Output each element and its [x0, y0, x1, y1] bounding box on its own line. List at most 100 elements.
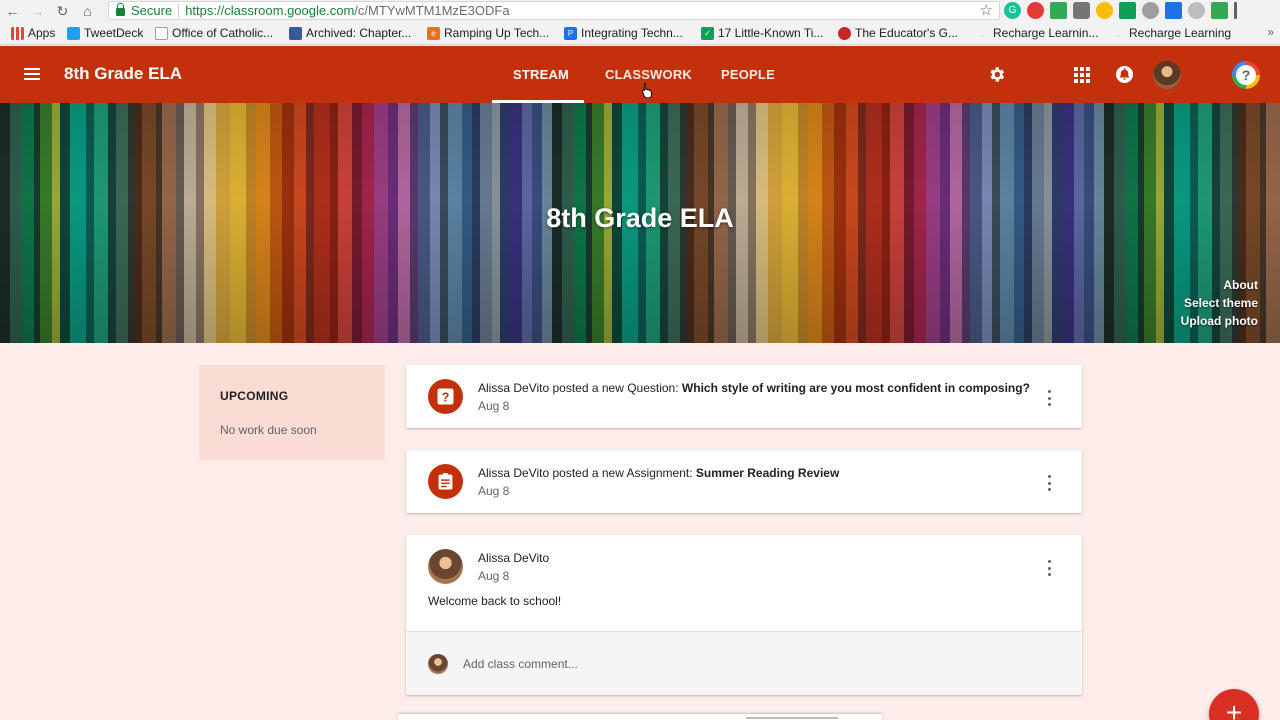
svg-text:?: ?	[442, 389, 450, 404]
bookmark-label: Ramping Up Tech...	[444, 26, 550, 40]
stream-post-assignment[interactable]: Alissa DeVito posted a new Assignment: S…	[406, 450, 1082, 513]
bookmark-little-known[interactable]: ✓ 17 Little-Known Ti...	[701, 26, 823, 40]
p21-icon: P	[564, 26, 577, 40]
stream-post-question[interactable]: ? Alissa DeVito posted a new Question: W…	[406, 365, 1082, 428]
question-icon: ?	[428, 379, 463, 414]
apps-grid-icon[interactable]	[1072, 65, 1091, 84]
page-icon: ‚	[1117, 28, 1120, 38]
bookmark-office-catholic[interactable]: Office of Catholic...	[155, 26, 273, 40]
add-button[interactable]: +	[1209, 689, 1259, 720]
bookmark-label: 17 Little-Known Ti...	[718, 26, 824, 40]
post-summary: Alissa DeVito posted a new Question: Whi…	[478, 381, 1030, 395]
bookmark-ramping-up[interactable]: e Ramping Up Tech...	[427, 26, 549, 40]
notifications-icon[interactable]	[1115, 65, 1134, 84]
back-icon[interactable]: ←	[0, 0, 25, 22]
select-theme-link[interactable]: Select theme	[1181, 294, 1258, 312]
app-header: 8th Grade ELA STREAM CLASSWORK PEOPLE ?	[0, 46, 1280, 103]
drive-icon[interactable]	[1050, 2, 1067, 19]
bolt-icon: ✓	[701, 26, 714, 40]
more-options-icon[interactable]	[1044, 390, 1054, 406]
bookmark-apps[interactable]: Apps	[11, 26, 55, 40]
upcoming-empty-text: No work due soon	[220, 423, 317, 437]
post-summary: Alissa DeVito posted a new Assignment: S…	[478, 466, 839, 480]
banner-title: 8th Grade ELA	[546, 203, 734, 233]
extension-icon[interactable]	[1211, 2, 1228, 19]
tab-classwork[interactable]: CLASSWORK	[605, 67, 692, 82]
bookmark-recharge-2[interactable]: ‚ Recharge Learning	[1112, 26, 1231, 40]
add-icon: +	[1225, 697, 1243, 720]
extension-icon[interactable]	[1119, 2, 1136, 19]
tab-stream[interactable]: STREAM	[513, 67, 569, 82]
assignment-icon	[428, 464, 463, 499]
bookmark-label: Recharge Learnin...	[993, 26, 1099, 40]
post-author: Alissa DeVito	[478, 551, 550, 565]
bookmark-integrating-tech[interactable]: P Integrating Techn...	[564, 26, 683, 40]
page-icon	[155, 26, 168, 40]
bookmark-label: TweetDeck	[84, 26, 144, 40]
twitter-icon	[67, 26, 80, 40]
bookmark-educators-guide[interactable]: The Educator's G...	[838, 26, 958, 40]
lock-icon	[116, 3, 125, 16]
post-prefix: Alissa DeVito posted a new Question:	[478, 381, 682, 395]
avatar[interactable]	[1153, 61, 1181, 89]
comment-bar: Add class comment...	[406, 631, 1082, 695]
bookmarks-bar: Apps TweetDeck Office of Catholic... Arc…	[0, 22, 1280, 45]
bookmark-archived-chapter[interactable]: Archived: Chapter...	[289, 26, 411, 40]
post-date: Aug 8	[478, 484, 510, 498]
address-bar[interactable]: Secure https://classroom.google.com/c/MT…	[108, 1, 1000, 20]
bookmark-star-icon[interactable]: ☆	[980, 1, 993, 19]
upload-photo-link[interactable]: Upload photo	[1181, 312, 1258, 330]
extension-icon[interactable]	[1096, 2, 1113, 19]
extension-icon[interactable]	[1165, 2, 1182, 19]
url-host: https://classroom.google.com	[185, 3, 355, 18]
upcoming-panel: UPCOMING No work due soon	[199, 365, 385, 460]
block-icon[interactable]	[1142, 2, 1159, 19]
gear-icon[interactable]	[987, 65, 1006, 84]
more-options-icon[interactable]	[1044, 560, 1054, 576]
apps-grid-icon	[11, 26, 24, 40]
post-title[interactable]: Summer Reading Review	[696, 466, 839, 480]
archive-icon	[289, 26, 302, 40]
reload-icon[interactable]: ↻	[50, 0, 75, 22]
url-path: /c/MTYwMTM1MzE3ODFa	[354, 3, 510, 18]
post-date: Aug 8	[478, 399, 510, 413]
next-stream-card	[398, 714, 882, 720]
help-glyph: ?	[1236, 65, 1256, 85]
menu-dots-icon[interactable]	[1234, 2, 1237, 19]
more-options-icon[interactable]	[1044, 475, 1054, 491]
extension-icon[interactable]	[1027, 2, 1044, 19]
post-body: Welcome back to school!	[428, 594, 562, 608]
bookmark-label: The Educator's G...	[855, 26, 959, 40]
home-icon[interactable]: ⌂	[75, 0, 100, 22]
browser-toolbar: ← → ↻ ⌂ Secure https://classroom.google.…	[0, 0, 1280, 22]
class-title[interactable]: 8th Grade ELA	[64, 64, 182, 84]
help-icon[interactable]: ?	[1232, 61, 1260, 89]
bookmark-label: Office of Catholic...	[172, 26, 274, 40]
tab-people[interactable]: PEOPLE	[721, 67, 775, 82]
bookmark-recharge-1[interactable]: ‚ Recharge Learnin...	[976, 26, 1099, 40]
bookmark-label: Archived: Chapter...	[306, 26, 412, 40]
extension-icon[interactable]	[1188, 2, 1205, 19]
bookmark-label: Recharge Learning	[1129, 26, 1232, 40]
class-comment-input[interactable]: Add class comment...	[463, 657, 578, 671]
bookmark-label: Integrating Techn...	[581, 26, 683, 40]
post-title[interactable]: Which style of writing are you most conf…	[682, 381, 1030, 395]
class-banner: 8th Grade ELA About Select theme Upload …	[0, 103, 1280, 343]
secure-label: Secure	[131, 3, 173, 18]
about-link[interactable]: About	[1181, 276, 1258, 294]
forward-icon[interactable]: →	[25, 0, 50, 22]
omnibox-divider	[178, 3, 180, 18]
post-prefix: Alissa DeVito posted a new Assignment:	[478, 466, 696, 480]
upcoming-title: UPCOMING	[220, 389, 289, 403]
heart-icon	[838, 26, 851, 40]
grammarly-icon[interactable]: G	[1004, 2, 1021, 19]
post-date: Aug 8	[478, 569, 510, 583]
stream-post-announcement: Alissa DeVito Aug 8 Welcome back to scho…	[406, 535, 1082, 695]
bookmark-label: Apps	[28, 26, 56, 40]
edu-icon: e	[427, 26, 440, 40]
bookmark-tweetdeck[interactable]: TweetDeck	[67, 26, 143, 40]
menu-icon[interactable]	[24, 68, 40, 80]
extension-icon[interactable]	[1073, 2, 1090, 19]
more-bookmarks-icon[interactable]: »	[1267, 25, 1274, 39]
hand-cursor-icon	[641, 82, 652, 98]
